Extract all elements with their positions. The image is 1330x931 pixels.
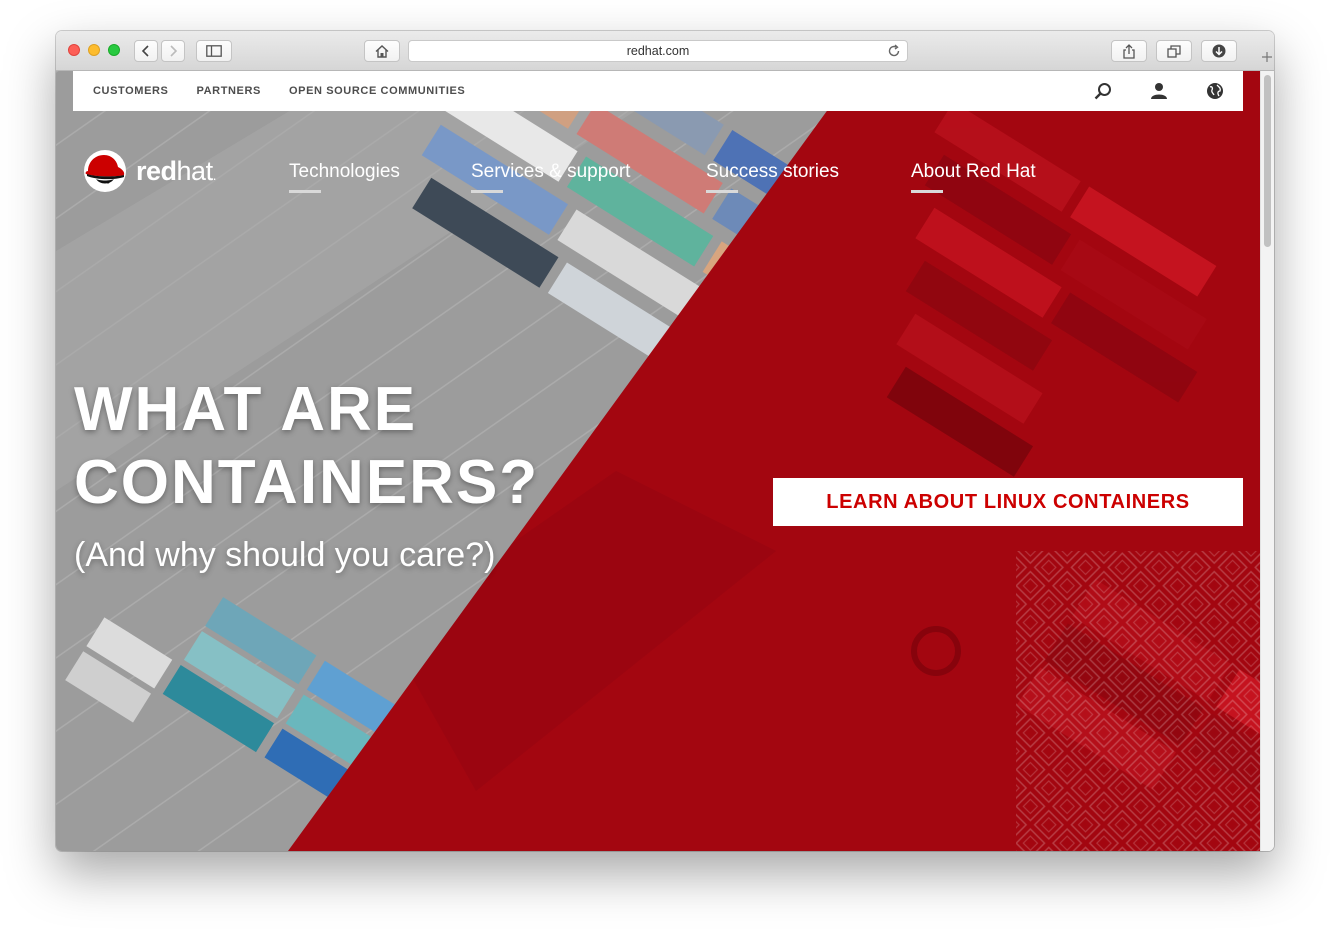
hero-headline-line1: WHAT ARE <box>74 375 418 444</box>
logo-wordmark-suffix: . <box>212 166 217 183</box>
forward-button[interactable] <box>161 40 185 62</box>
nav-item-underline <box>289 190 321 193</box>
browser-window: redhat.com CUSTOMERS PARTNERS OPEN SOURC… <box>56 31 1274 851</box>
search-button[interactable] <box>1075 71 1131 111</box>
language-button[interactable] <box>1187 71 1243 111</box>
download-icon <box>1212 44 1226 58</box>
hero-headline-line2: CONTAINERS? <box>74 448 540 517</box>
browser-toolbar: redhat.com <box>56 31 1274 71</box>
new-tab-button[interactable] <box>1260 49 1274 71</box>
utility-link-open-source-communities[interactable]: OPEN SOURCE COMMUNITIES <box>289 85 465 97</box>
tabs-icon <box>1167 44 1181 58</box>
nav-item-label: Success stories <box>706 161 840 182</box>
utility-icons <box>1075 71 1243 111</box>
shadowman-logo-icon <box>84 150 126 192</box>
search-icon <box>1094 83 1111 100</box>
learn-about-linux-containers-button[interactable]: LEARN ABOUT LINUX CONTAINERS <box>773 478 1243 526</box>
minimize-window-button[interactable] <box>88 44 100 56</box>
sidebar-button[interactable] <box>196 40 232 62</box>
nav-item-label: Services & support <box>471 161 631 182</box>
zoom-window-button[interactable] <box>108 44 120 56</box>
back-button[interactable] <box>134 40 158 62</box>
utility-nav: CUSTOMERS PARTNERS OPEN SOURCE COMMUNITI… <box>73 71 1243 111</box>
hero-section: CUSTOMERS PARTNERS OPEN SOURCE COMMUNITI… <box>56 71 1260 851</box>
account-button[interactable] <box>1131 71 1187 111</box>
nav-item-label: About Red Hat <box>911 161 1036 182</box>
page-viewport: CUSTOMERS PARTNERS OPEN SOURCE COMMUNITI… <box>56 71 1274 851</box>
hero-subheadline: (And why should you care?) <box>74 536 496 574</box>
chevron-left-icon <box>141 45 149 57</box>
tabs-overview-button[interactable] <box>1156 40 1192 62</box>
nav-item-about-red-hat[interactable]: About Red Hat <box>911 161 1036 193</box>
nav-item-label: Technologies <box>289 161 400 182</box>
utility-link-customers[interactable]: CUSTOMERS <box>93 85 168 97</box>
logo-wordmark: redhat. <box>136 155 217 187</box>
nav-item-underline <box>471 190 503 193</box>
nav-item-technologies[interactable]: Technologies <box>289 161 400 193</box>
hero-headline: WHAT ARE CONTAINERS? <box>74 373 539 519</box>
downloads-button[interactable] <box>1201 40 1237 62</box>
vertical-scrollbar[interactable] <box>1260 71 1274 851</box>
redhat-logo[interactable]: redhat. <box>82 149 217 193</box>
logo-wordmark-light: hat <box>176 155 214 186</box>
close-window-button[interactable] <box>68 44 80 56</box>
home-icon <box>375 44 389 58</box>
globe-icon <box>1207 83 1223 99</box>
scrollbar-thumb[interactable] <box>1264 75 1271 247</box>
nav-item-underline <box>706 190 738 193</box>
nav-item-underline <box>911 190 943 193</box>
address-text: redhat.com <box>626 44 690 58</box>
sidebar-icon <box>206 45 222 57</box>
share-button[interactable] <box>1111 40 1147 62</box>
share-icon <box>1123 43 1135 59</box>
address-bar[interactable]: redhat.com <box>408 40 908 62</box>
utility-link-partners[interactable]: PARTNERS <box>196 85 261 97</box>
chevron-right-icon <box>170 45 178 57</box>
nav-item-services-support[interactable]: Services & support <box>471 161 631 193</box>
user-icon <box>1151 83 1167 99</box>
logo-wordmark-bold: red <box>136 155 177 186</box>
home-button[interactable] <box>364 40 400 62</box>
reload-icon[interactable] <box>887 44 901 58</box>
nav-item-success-stories[interactable]: Success stories <box>706 161 840 193</box>
plus-icon <box>1262 52 1272 62</box>
